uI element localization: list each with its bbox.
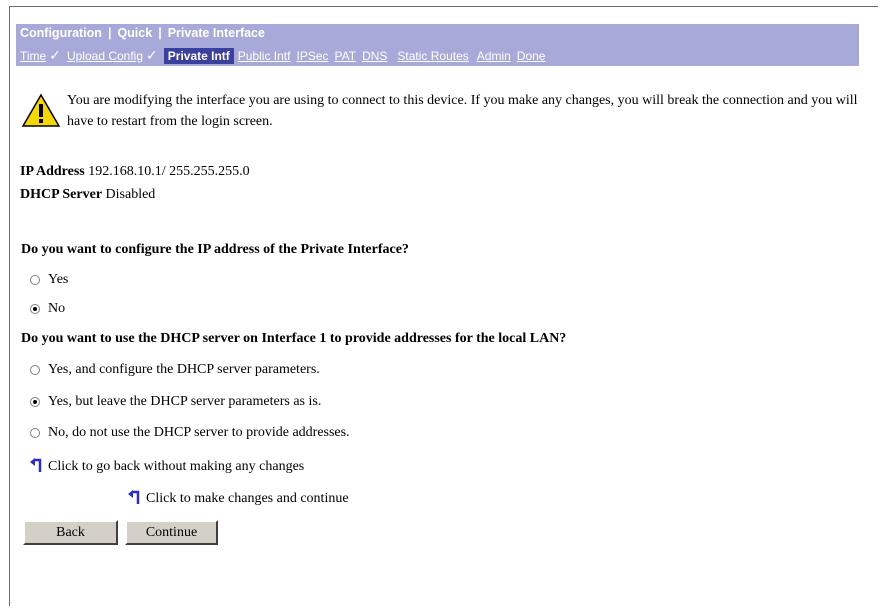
step-dns[interactable]: DNS (362, 49, 387, 63)
wizard-steps: Time ✓ Upload Config ✓ Private Intf Public… (16, 47, 551, 64)
radio-button[interactable] (30, 304, 40, 314)
radio-option-configure-dhcp[interactable]: Yes, and configure the DHCP server param… (30, 362, 320, 378)
breadcrumb-quick[interactable]: Quick (117, 26, 152, 40)
warning-triangle-icon (21, 93, 61, 127)
continue-button[interactable]: Continue (125, 520, 218, 545)
radio-label: No, do not use the DHCP server to provid… (48, 425, 350, 440)
step-admin[interactable]: Admin (477, 49, 511, 63)
ip-address-value: 192.168.10.1/ 255.255.255.0 (88, 164, 250, 179)
step-static-routes[interactable]: Static Routes (397, 49, 468, 63)
ip-address-label: IP Address (20, 164, 85, 179)
continue-link-text[interactable]: Click to make changes and continue (146, 491, 349, 507)
header-banner: Configuration | Quick | Private Interface Ti… (16, 24, 859, 66)
question-configure-ip: Do you want to configure the IP address … (21, 242, 409, 257)
radio-button[interactable] (30, 428, 40, 438)
step-private-intf: Private Intf (163, 47, 234, 64)
step-done[interactable]: Done (517, 49, 546, 63)
question-dhcp-server: Do you want to use the DHCP server on In… (21, 331, 567, 346)
ip-address-row: IP Address 192.168.10.1/ 255.255.255.0 (20, 164, 250, 180)
radio-option-no[interactable]: No (30, 301, 65, 317)
radio-option-keep-dhcp[interactable]: Yes, but leave the DHCP server parameter… (30, 394, 321, 410)
dhcp-server-row: DHCP Server Disabled (20, 187, 155, 203)
return-arrow-icon (128, 490, 140, 504)
breadcrumb-configuration[interactable]: Configuration (20, 26, 102, 40)
continue-link-row[interactable]: Click to make changes and continue (128, 490, 349, 508)
breadcrumb: Configuration | Quick | Private Interface (20, 26, 265, 40)
radio-label: No (48, 301, 66, 316)
return-arrow-icon (30, 458, 42, 472)
radio-label: Yes (48, 272, 69, 287)
radio-button[interactable] (30, 397, 40, 407)
dhcp-server-label: DHCP Server (20, 187, 103, 202)
step-time[interactable]: Time (20, 49, 46, 63)
step-upload-config[interactable]: Upload Config (67, 49, 143, 63)
radio-option-no-dhcp[interactable]: No, do not use the DHCP server to provid… (30, 425, 350, 441)
radio-button[interactable] (30, 275, 40, 285)
step-public-intf[interactable]: Public Intf (238, 49, 291, 63)
check-icon: ✓ (49, 47, 61, 63)
radio-option-yes[interactable]: Yes (30, 272, 68, 288)
check-icon: ✓ (146, 47, 158, 63)
warning-text: You are modifying the interface you are … (67, 93, 858, 129)
step-ipsec[interactable]: IPSec (296, 49, 328, 63)
dhcp-server-value: Disabled (105, 187, 156, 202)
back-link-text[interactable]: Click to go back without making any chan… (48, 459, 304, 475)
step-pat[interactable]: PAT (335, 49, 357, 63)
back-link-row[interactable]: Click to go back without making any chan… (30, 458, 304, 476)
radio-label: Yes, and configure the DHCP server param… (48, 362, 320, 377)
back-button[interactable]: Back (23, 520, 118, 545)
radio-label: Yes, but leave the DHCP server parameter… (48, 394, 322, 409)
radio-button[interactable] (30, 365, 40, 375)
breadcrumb-private-interface: Private Interface (167, 26, 265, 40)
